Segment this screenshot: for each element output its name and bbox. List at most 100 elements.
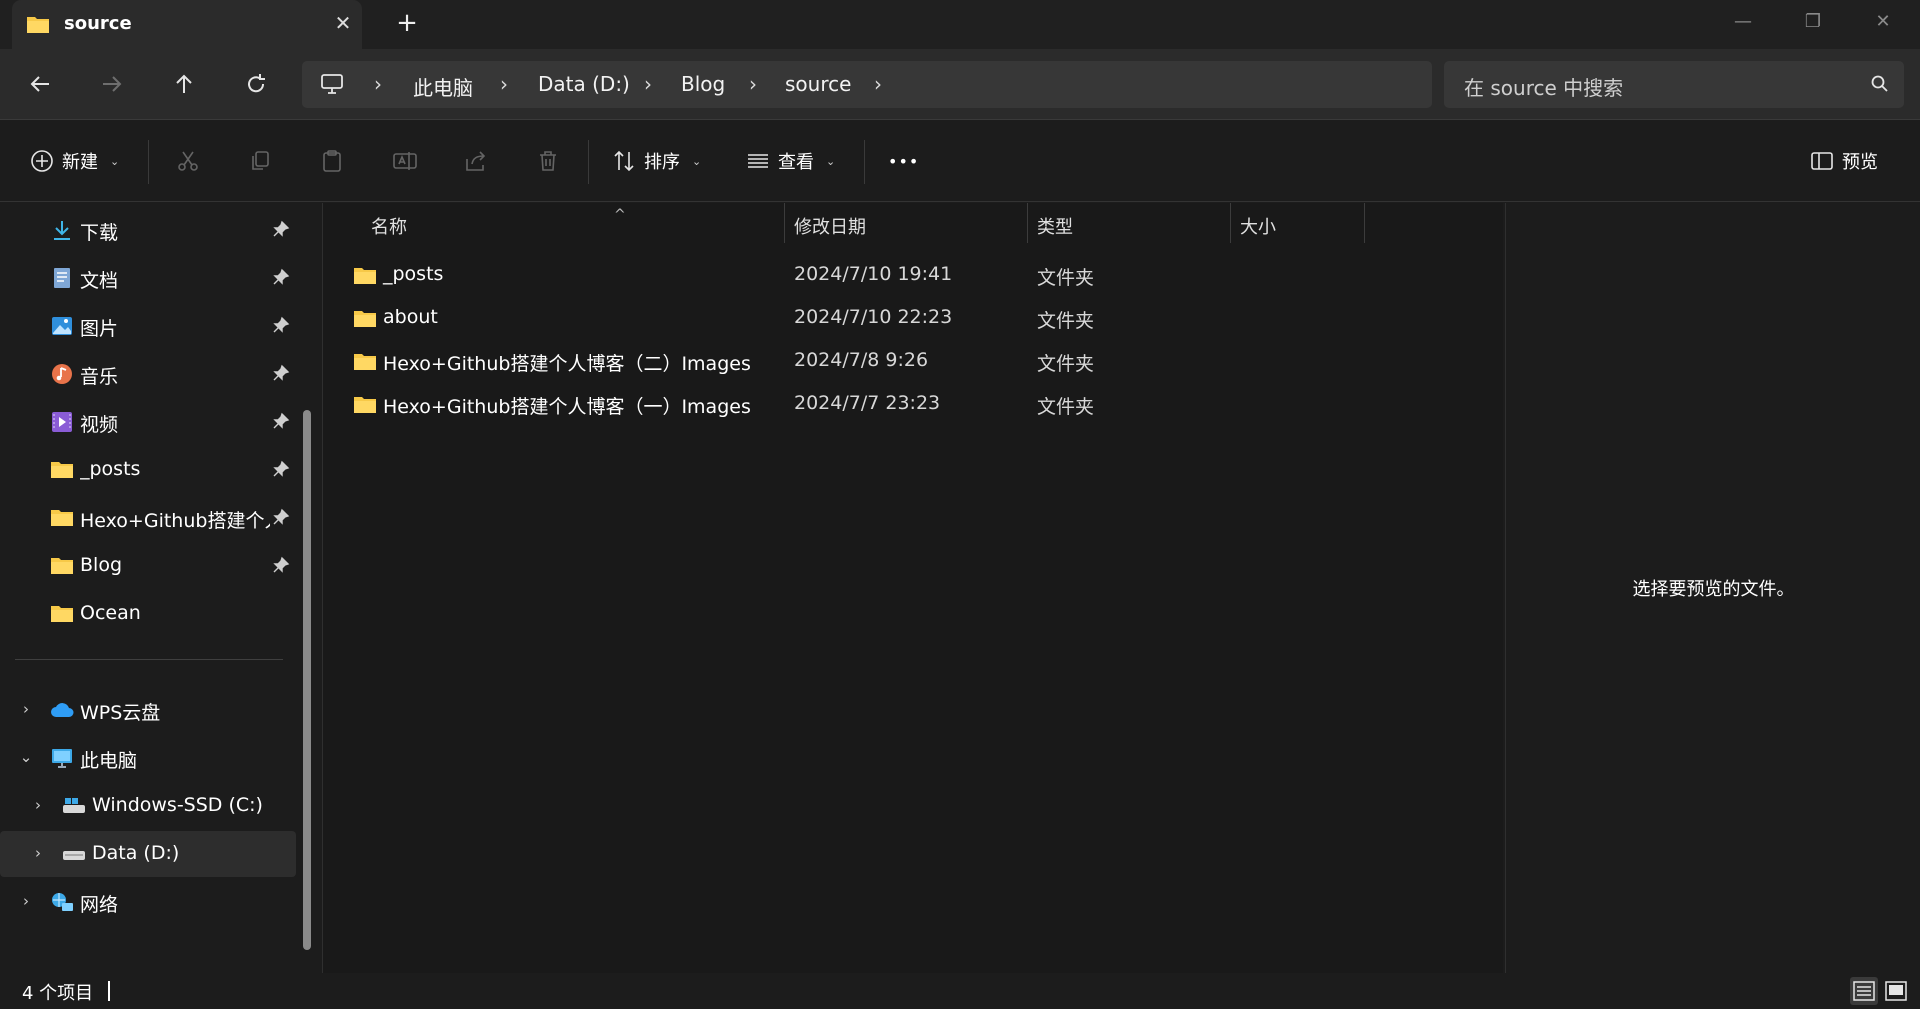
sidebar-item-videos[interactable]: 视频 [0,399,296,445]
breadcrumb-data-d[interactable]: Data (D:) [538,72,630,96]
column-separator[interactable] [1027,203,1028,243]
pin-icon[interactable] [272,220,290,238]
file-name[interactable]: Hexo+Github搭建个人博客（二）Images [383,349,751,376]
breadcrumb-blog[interactable]: Blog [681,72,725,96]
column-header-modified[interactable]: 修改日期 [794,213,1024,248]
chevron-right-icon[interactable]: › [874,72,882,96]
sidebar-item-label: 下载 [80,222,119,244]
folder-icon [353,308,377,333]
table-row[interactable]: about 2024/7/10 22:23 文件夹 [323,296,1503,339]
table-row[interactable]: Hexo+Github搭建个人博客（二）Images 2024/7/8 9:26… [323,339,1503,382]
pin-icon[interactable] [272,364,290,382]
address-bar[interactable]: › 此电脑 › Data (D:) › Blog › source › [302,61,1432,108]
details-view-button[interactable] [1850,977,1878,1005]
breadcrumb-source[interactable]: source [785,72,851,96]
file-list: ^ 名称 修改日期 类型 大小 _posts 2024/7/10 19:41 文… [323,203,1503,973]
column-separator[interactable] [1364,203,1365,243]
sidebar-item-data-d[interactable]: › Data (D:) [0,831,296,877]
rename-button[interactable] [392,142,418,180]
navigation-bar: › 此电脑 › Data (D:) › Blog › source › 在 so… [0,49,1920,119]
paste-button[interactable] [320,142,344,180]
chevron-right-icon[interactable]: › [374,72,382,96]
sidebar-item-ocean[interactable]: Ocean [0,591,296,637]
column-separator[interactable] [784,203,785,243]
chevron-right-icon[interactable]: › [28,844,48,864]
search-input[interactable]: 在 source 中搜索 [1444,61,1904,108]
rename-icon [393,152,417,170]
chevron-right-icon[interactable]: › [28,796,48,816]
column-separator[interactable] [1230,203,1231,243]
sidebar-item-this-pc[interactable]: ⌄ 此电脑 [0,735,296,781]
arrow-left-icon [30,76,49,92]
sidebar-item-downloads[interactable]: 下载 [0,207,296,253]
close-button[interactable]: ✕ [1848,0,1918,44]
chevron-down-icon[interactable]: ⌄ [16,748,36,768]
sidebar-item-posts[interactable]: _posts [0,447,296,493]
tab-close-button[interactable]: ✕ [330,10,356,36]
pin-icon[interactable] [272,460,290,478]
sidebar-item-network[interactable]: › 网络 [0,879,296,925]
file-name[interactable]: _posts [383,263,443,285]
tab-title: source [64,13,132,34]
up-button[interactable] [162,62,206,106]
toolbar-separator [864,140,865,184]
pin-icon[interactable] [272,268,290,286]
sidebar-item-label: 视频 [80,414,119,436]
pin-icon[interactable] [272,508,290,526]
tiles-view-icon [1885,981,1907,1001]
file-type: 文件夹 [1037,267,1095,289]
file-name[interactable]: Hexo+Github搭建个人博客（一）Images [383,392,751,419]
refresh-icon [248,74,265,93]
file-name[interactable]: about [383,306,438,328]
pin-icon[interactable] [272,412,290,430]
sidebar-item-label: Ocean [80,602,141,624]
table-row[interactable]: Hexo+Github搭建个人博客（一）Images 2024/7/7 23:2… [323,382,1503,425]
preview-pane: 选择要预览的文件。 [1505,203,1920,973]
share-button[interactable] [464,142,488,180]
sidebar-item-windows-ssd[interactable]: › Windows-SSD (C:) [0,783,296,829]
status-bar: 4 个项目 [0,973,1920,1009]
restore-button[interactable]: ❐ [1778,0,1848,44]
large-icons-view-button[interactable] [1882,977,1910,1005]
search-icon[interactable] [1870,74,1890,99]
column-header-name[interactable]: ^ 名称 [371,207,791,248]
title-bar: source ✕ + — ❐ ✕ [0,0,1920,49]
chevron-right-icon[interactable]: › [500,72,508,96]
sidebar-scrollbar[interactable] [303,410,311,950]
status-separator [108,981,110,1001]
back-button[interactable] [18,62,62,106]
command-bar: 新建 ⌄ 排序 ⌄ 查看 ⌄ ••• 预览 [0,120,1920,202]
new-tab-button[interactable]: + [392,8,422,38]
sidebar-item-blog[interactable]: Blog [0,543,296,589]
breadcrumb-this-pc[interactable]: 此电脑 [413,72,473,101]
forward-button[interactable] [90,62,134,106]
new-button[interactable]: 新建 ⌄ [30,142,119,180]
sort-button[interactable]: 排序 ⌄ [612,142,701,180]
tab-source[interactable]: source ✕ [12,0,362,49]
cut-button[interactable] [176,142,200,180]
chevron-right-icon[interactable]: › [749,72,757,96]
column-header-size[interactable]: 大小 [1240,213,1360,248]
sidebar-item-pictures[interactable]: 图片 [0,303,296,349]
toolbar-separator [588,140,589,184]
chevron-right-icon[interactable]: › [16,700,36,720]
column-header-type[interactable]: 类型 [1037,213,1227,248]
chevron-right-icon[interactable]: › [16,892,36,912]
sidebar-item-music[interactable]: 音乐 [0,351,296,397]
delete-button[interactable] [536,142,560,180]
refresh-button[interactable] [234,62,278,106]
pin-icon[interactable] [272,316,290,334]
preview-pane-button[interactable]: 预览 [1810,142,1878,180]
view-button[interactable]: 查看 ⌄ [746,142,835,180]
chevron-right-icon[interactable]: › [644,72,652,96]
copy-button[interactable] [248,142,272,180]
pin-icon[interactable] [272,556,290,574]
sidebar-item-hexo-images[interactable]: Hexo+Github搭建个人博客（一）Images [0,495,296,541]
sidebar-item-wps-cloud[interactable]: › WPS云盘 [0,687,296,733]
drive-c-icon [62,795,86,817]
table-row[interactable]: _posts 2024/7/10 19:41 文件夹 [323,253,1503,296]
minimize-button[interactable]: — [1708,0,1778,44]
sidebar-item-documents[interactable]: 文档 [0,255,296,301]
folder-icon [353,265,377,290]
more-options-button[interactable]: ••• [888,142,919,180]
